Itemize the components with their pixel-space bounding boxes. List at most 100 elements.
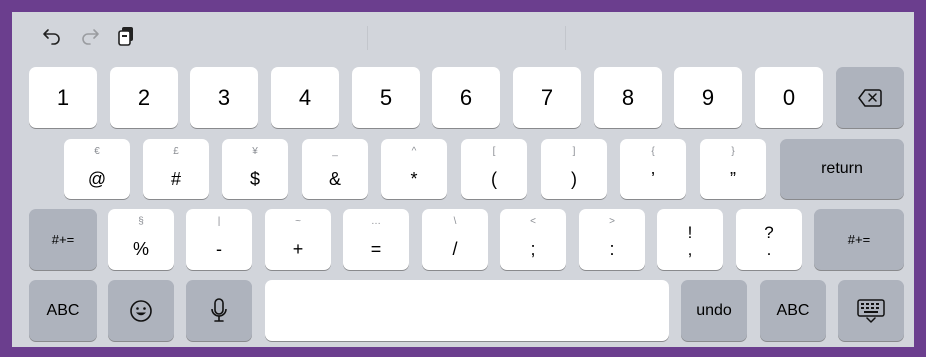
key-label: ’ (651, 169, 655, 189)
emoji-icon (129, 299, 153, 323)
paste-icon[interactable] (114, 24, 138, 48)
key-6[interactable]: 6 (432, 67, 500, 128)
alt-char: ~ (295, 216, 301, 227)
emoji-key[interactable] (108, 280, 174, 341)
key-label: = (370, 239, 382, 259)
more-symbols-key-right[interactable]: #+= (814, 209, 904, 270)
alt-char: [ (492, 146, 496, 157)
key-4[interactable]: 4 (271, 67, 339, 128)
key-1[interactable]: 1 (29, 67, 97, 128)
space-bar[interactable] (265, 280, 669, 341)
return-key[interactable]: return (780, 139, 904, 199)
alt-char: £ (173, 146, 179, 157)
key-label: 3 (217, 84, 231, 110)
alt-char: < (530, 216, 536, 227)
key-0[interactable]: 0 (755, 67, 823, 128)
key-label: 9 (701, 84, 715, 110)
key-plus[interactable]: ~ + (265, 209, 331, 270)
more-symbols-key-left[interactable]: #+= (29, 209, 97, 270)
key-equals[interactable]: … = (343, 209, 409, 270)
delete-key[interactable] (836, 67, 904, 128)
key-label: % (132, 239, 149, 259)
key-label: # (170, 169, 181, 189)
alt-char: € (94, 146, 100, 157)
key-at[interactable]: € @ (64, 139, 130, 199)
key-5[interactable]: 5 (352, 67, 420, 128)
alt-char: … (371, 216, 381, 227)
key-ampersand[interactable]: _ & (302, 139, 368, 199)
key-label: 2 (137, 84, 151, 110)
key-label: ) (571, 169, 577, 189)
undo-arrow-icon[interactable] (40, 24, 64, 48)
key-label: 7 (540, 84, 554, 110)
alt-char: \ (453, 216, 457, 227)
key-label: 4 (298, 84, 312, 110)
key-label: - (216, 239, 222, 259)
alt-char: | (217, 216, 221, 227)
keyboard-hide-icon (857, 298, 885, 323)
key-label: ABC (46, 301, 80, 319)
key-exclamation-comma[interactable]: !, (657, 209, 723, 270)
key-label: $ (249, 169, 260, 189)
key-label: ” (730, 169, 736, 189)
key-label: #+= (847, 232, 871, 247)
abc-key-right[interactable]: ABC (760, 280, 826, 341)
key-label: ABC (776, 301, 810, 319)
alt-char: § (138, 216, 144, 227)
key-label-top: ? (764, 223, 774, 242)
key-percent[interactable]: §% (108, 209, 174, 270)
key-label: / (452, 239, 458, 259)
key-label: : (609, 239, 615, 259)
key-slash[interactable]: \ / (422, 209, 488, 270)
key-9[interactable]: 9 (674, 67, 742, 128)
shortcut-toolbar (12, 12, 914, 62)
key-quote[interactable]: }” (700, 139, 766, 199)
key-label: * (410, 169, 418, 189)
key-label: ( (491, 169, 497, 189)
key-label-top: ! (687, 223, 693, 242)
key-2[interactable]: 2 (110, 67, 178, 128)
key-hash[interactable]: £ # (143, 139, 209, 199)
key-question-period[interactable]: ?. (736, 209, 802, 270)
abc-key-left[interactable]: ABC (29, 280, 97, 341)
key-label: 1 (56, 84, 70, 110)
alt-char: > (609, 216, 615, 227)
key-asterisk[interactable]: ^ * (381, 139, 447, 199)
key-label-bottom: , (687, 240, 693, 259)
key-3[interactable]: 3 (190, 67, 258, 128)
key-label: & (328, 169, 341, 189)
key-label: #+= (51, 232, 75, 247)
key-label: ; (530, 239, 536, 259)
alt-char: } (731, 146, 735, 157)
key-colon[interactable]: >: (579, 209, 645, 270)
alt-char: ¥ (252, 146, 258, 157)
toolbar-divider (565, 26, 566, 50)
key-open-paren[interactable]: [( (461, 139, 527, 199)
alt-char: { (651, 146, 655, 157)
key-7[interactable]: 7 (513, 67, 581, 128)
alt-char: ] (572, 146, 576, 157)
alt-char: ^ (411, 146, 417, 157)
key-minus[interactable]: | - (186, 209, 252, 270)
microphone-icon (210, 297, 228, 324)
delete-icon (858, 88, 882, 107)
dictation-key[interactable] (186, 280, 252, 341)
key-label: undo (696, 301, 732, 319)
hide-keyboard-key[interactable] (838, 280, 904, 341)
key-label: + (292, 239, 304, 259)
key-label: 5 (379, 84, 393, 110)
key-label: 6 (459, 84, 473, 110)
key-close-paren[interactable]: ]) (541, 139, 607, 199)
key-semicolon[interactable]: <; (500, 209, 566, 270)
key-8[interactable]: 8 (594, 67, 662, 128)
key-label: return (821, 160, 863, 177)
key-label: @ (87, 169, 107, 189)
key-dollar[interactable]: ¥ $ (222, 139, 288, 199)
toolbar-divider (367, 26, 368, 50)
undo-key[interactable]: undo (681, 280, 747, 341)
alt-char: _ (332, 146, 338, 157)
redo-arrow-icon[interactable] (78, 24, 102, 48)
key-label: 0 (782, 84, 796, 110)
key-label-bottom: . (766, 240, 772, 259)
key-apostrophe[interactable]: {’ (620, 139, 686, 199)
